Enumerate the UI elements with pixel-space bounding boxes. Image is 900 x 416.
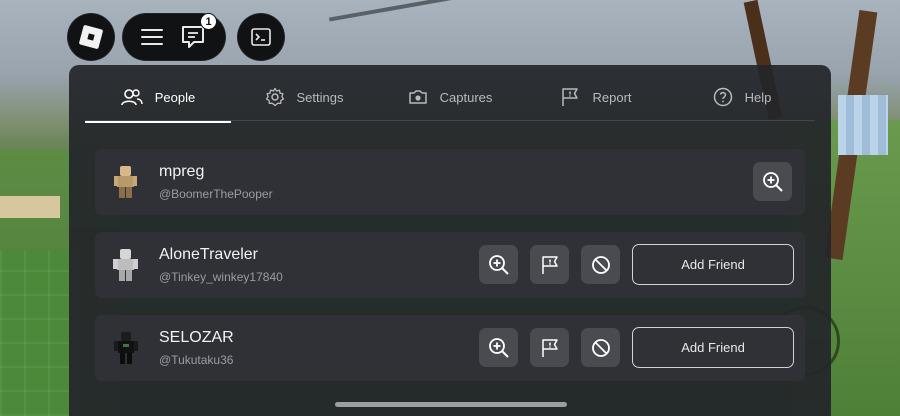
flag-icon: [562, 88, 579, 106]
chat-badge: 1: [200, 13, 217, 30]
add-friend-button[interactable]: Add Friend: [632, 327, 794, 368]
hamburger-icon[interactable]: [141, 29, 163, 45]
blue-wall: [838, 95, 888, 155]
player-row: AloneTraveler @Tinkey_winkey17840 Add Fr…: [95, 232, 805, 298]
coaster-track: [328, 0, 532, 48]
roblox-logo-icon: [78, 24, 104, 50]
camera-icon: [408, 90, 427, 104]
tile-wall: [0, 250, 80, 416]
help-icon: [713, 87, 732, 107]
tab-label: Settings: [296, 89, 344, 105]
inspect-button[interactable]: [753, 162, 792, 201]
chat-button[interactable]: 1: [179, 13, 217, 51]
people-icon: [120, 89, 143, 106]
block-button[interactable]: [581, 328, 620, 367]
terminal-icon: [251, 28, 271, 46]
menu-chat-pill: 1: [122, 13, 226, 61]
player-row: SELOZAR @Tukutaku36 Add Friend: [95, 315, 805, 381]
home-indicator[interactable]: [335, 402, 567, 407]
roblox-menu-button[interactable]: [67, 13, 115, 61]
avatar: [114, 332, 138, 364]
block-button[interactable]: [581, 245, 620, 284]
player-username: @BoomerThePooper: [159, 187, 273, 201]
menu-panel: People Settings Captures Report Help mpr…: [69, 65, 831, 416]
player-username: @Tinkey_winkey17840: [159, 270, 283, 284]
console-button[interactable]: [237, 13, 285, 61]
report-button[interactable]: [530, 245, 569, 284]
player-row: mpreg @BoomerThePooper: [95, 149, 805, 215]
tab-captures[interactable]: Captures: [377, 73, 523, 121]
avatar: [114, 166, 137, 198]
gear-icon: [265, 87, 284, 107]
tab-people[interactable]: People: [85, 73, 231, 123]
tab-label: Captures: [439, 89, 493, 105]
player-display-name: mpreg: [159, 163, 205, 180]
zoom-in-icon: [488, 254, 509, 275]
player-display-name: AloneTraveler: [159, 246, 259, 263]
sand-block: [0, 196, 60, 218]
tab-label: Help: [744, 89, 772, 105]
tab-report[interactable]: Report: [523, 73, 669, 121]
tab-help[interactable]: Help: [669, 73, 815, 121]
zoom-in-icon: [488, 337, 509, 358]
tab-bar: People Settings Captures Report Help: [85, 73, 815, 123]
avatar: [113, 249, 138, 281]
player-username: @Tukutaku36: [159, 353, 234, 367]
add-friend-button[interactable]: Add Friend: [632, 244, 794, 285]
tab-divider: [85, 120, 815, 121]
block-icon: [591, 338, 610, 357]
tab-label: People: [154, 89, 196, 105]
inspect-button[interactable]: [479, 245, 518, 284]
zoom-in-icon: [762, 171, 783, 192]
inspect-button[interactable]: [479, 328, 518, 367]
tab-label: Report: [592, 89, 632, 105]
block-icon: [591, 255, 610, 274]
player-display-name: SELOZAR: [159, 329, 234, 346]
tab-settings[interactable]: Settings: [231, 73, 377, 121]
flag-icon: [541, 255, 558, 274]
flag-icon: [541, 338, 558, 357]
report-button[interactable]: [530, 328, 569, 367]
